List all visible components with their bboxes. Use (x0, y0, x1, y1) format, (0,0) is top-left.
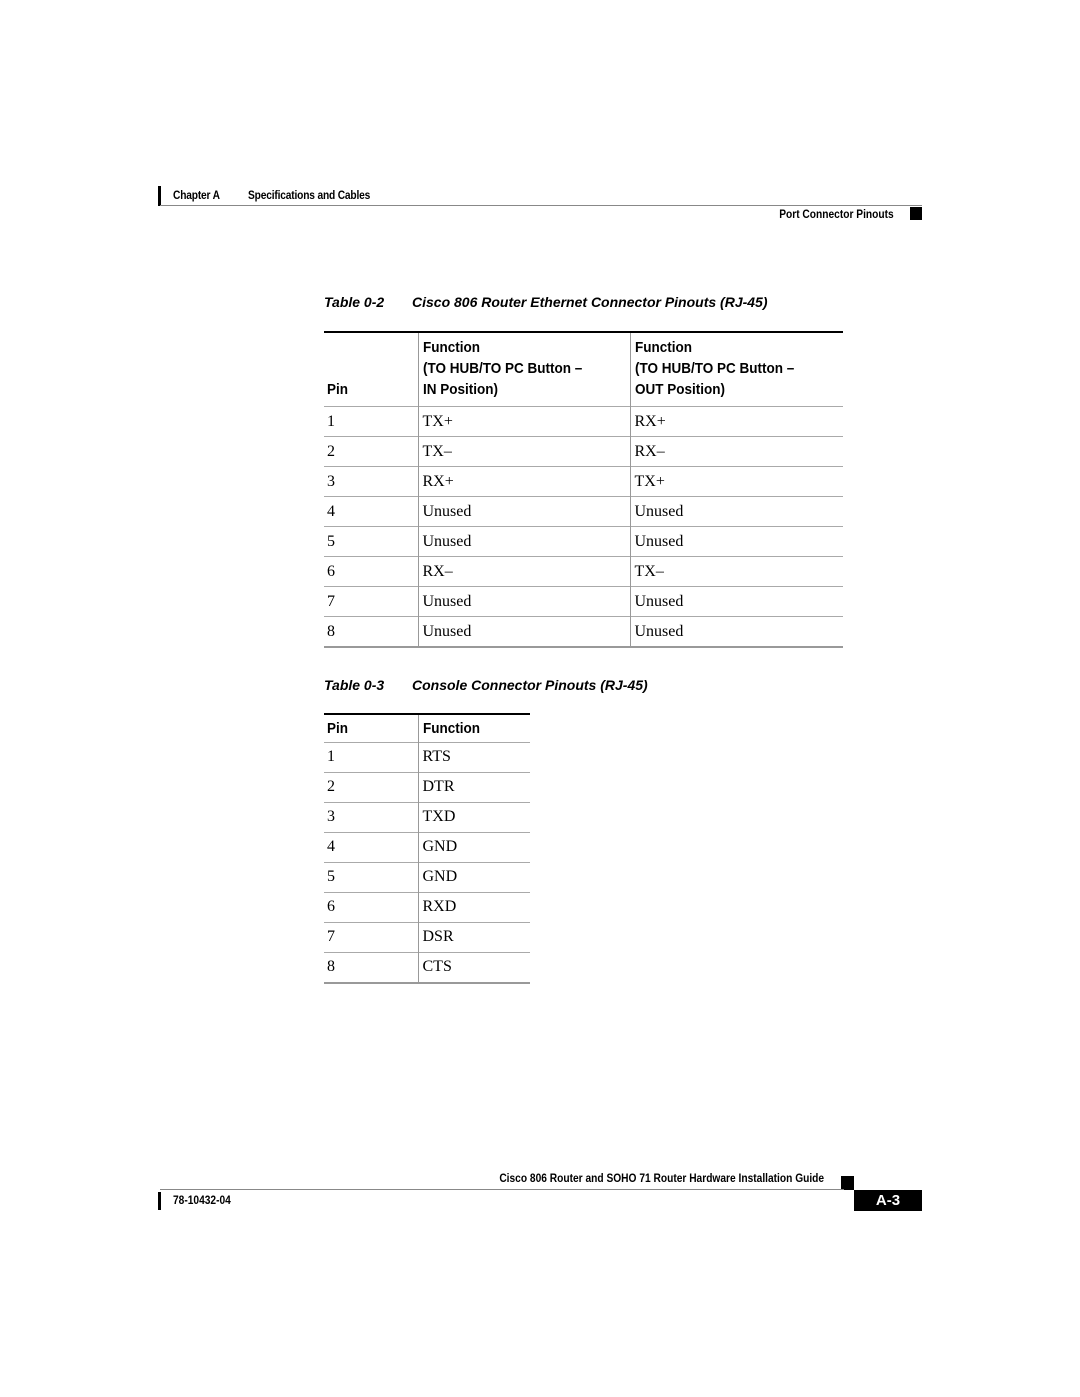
function-out-cell: RX– (629, 436, 843, 467)
table-row: 7 Unused Unused (324, 586, 843, 617)
pin-cell: 6 (324, 891, 418, 922)
table-row: 3 RX+ TX+ (324, 466, 843, 497)
function-in-cell: RX+ (417, 466, 630, 497)
pin-cell: 6 (324, 556, 418, 587)
pin-cell: 1 (324, 741, 418, 772)
header-section-title: Specifications and Cables (248, 188, 371, 202)
table-row: 7 DSR (324, 921, 530, 952)
pin-cell: 7 (324, 921, 418, 952)
table-row: 1 RTS (324, 741, 530, 772)
function-cell: GND (417, 831, 530, 862)
table-row: 5 Unused Unused (324, 526, 843, 557)
table-row: 6 RX– TX– (324, 556, 843, 587)
footer-doc-number: 78-10432-04 (173, 1193, 231, 1207)
function-cell: TXD (417, 801, 530, 832)
footer-rule (160, 1189, 844, 1190)
table-row: 4 GND (324, 831, 530, 862)
function-cell: DSR (417, 921, 530, 952)
pin-cell: 3 (324, 466, 418, 497)
table-row: 8 Unused Unused (324, 616, 843, 647)
table-row: 8 CTS (324, 951, 530, 983)
table-row: 1 TX+ RX+ (324, 406, 843, 437)
footer-marker (841, 1176, 854, 1190)
pin-cell: 7 (324, 586, 418, 617)
function-out-cell: TX– (629, 556, 843, 587)
console-table-title: Console Connector Pinouts (RJ-45) (412, 677, 648, 693)
function-cell: GND (417, 861, 530, 892)
function-cell: RTS (417, 741, 530, 772)
table-header-row: Pin Function (324, 714, 530, 742)
console-pinout-table: Pin Function 1 RTS 2 DTR 3 TXD 4 GND 5 GND 6R… (324, 713, 530, 984)
table-row: 5 GND (324, 861, 530, 892)
ethernet-table-caption: Table 0-2 Cisco 806 Router Ethernet Conne… (324, 294, 768, 310)
pin-cell: 5 (324, 861, 418, 892)
footer-change-bar (158, 1192, 161, 1210)
function-out-cell: Unused (629, 616, 843, 647)
ethernet-pinout-table: Pin Function (TO HUB/TO PC Button – IN P… (324, 331, 843, 648)
table-row: 2 DTR (324, 771, 530, 802)
pin-cell: 2 (324, 771, 418, 802)
function-out-cell: RX+ (629, 406, 843, 437)
pin-cell: 8 (324, 616, 418, 647)
header-subsection: Port Connector Pinouts (779, 207, 894, 221)
pin-cell: 5 (324, 526, 418, 557)
ethernet-table-title: Cisco 806 Router Ethernet Connector Pino… (412, 294, 768, 310)
pin-cell: 4 (324, 831, 418, 862)
pin-cell: 1 (324, 406, 418, 437)
footer-guide-title: Cisco 806 Router and SOHO 71 Router Hard… (499, 1171, 824, 1185)
function-in-cell: Unused (417, 616, 630, 647)
pin-cell: 2 (324, 436, 418, 467)
pin-cell: 8 (324, 951, 418, 983)
header-chapter: Chapter A (173, 188, 220, 202)
function-in-cell: TX– (417, 436, 630, 467)
pin-cell: 3 (324, 801, 418, 832)
header-function: Function (417, 714, 530, 742)
function-in-cell: RX– (417, 556, 630, 587)
function-cell: CTS (417, 951, 530, 983)
function-out-cell: Unused (629, 586, 843, 617)
function-in-cell: Unused (417, 526, 630, 557)
header-change-bar (158, 186, 161, 206)
ethernet-table-number: Table 0-2 (324, 294, 385, 310)
table-row: 3 TXD (324, 801, 530, 832)
table-header-row: Pin Function (TO HUB/TO PC Button – IN P… (324, 332, 843, 407)
table-row: 6 RXD (324, 891, 530, 922)
header-rule (160, 205, 922, 206)
function-in-cell: Unused (417, 496, 630, 527)
header-marker (910, 207, 922, 220)
header-pin: Pin (327, 381, 349, 398)
function-cell: RXD (417, 891, 530, 922)
header-function-in: Function (TO HUB/TO PC Button – IN Posit… (417, 332, 630, 407)
table-row: 4 Unused Unused (324, 496, 843, 527)
function-in-cell: Unused (417, 586, 630, 617)
console-table-caption: Table 0-3 Console Connector Pinouts (RJ-4… (324, 677, 648, 693)
page-number-tab: A-3 (854, 1190, 922, 1211)
pin-cell: 4 (324, 496, 418, 527)
function-out-cell: Unused (629, 526, 843, 557)
function-in-cell: TX+ (417, 406, 630, 437)
table-row: 2 TX– RX– (324, 436, 843, 467)
header-function-out: Function (TO HUB/TO PC Button – OUT Posi… (629, 332, 843, 407)
function-cell: DTR (417, 771, 530, 802)
function-out-cell: TX+ (629, 466, 843, 497)
console-table-number: Table 0-3 (324, 677, 385, 693)
function-out-cell: Unused (629, 496, 843, 527)
header-pin: Pin (327, 719, 349, 737)
